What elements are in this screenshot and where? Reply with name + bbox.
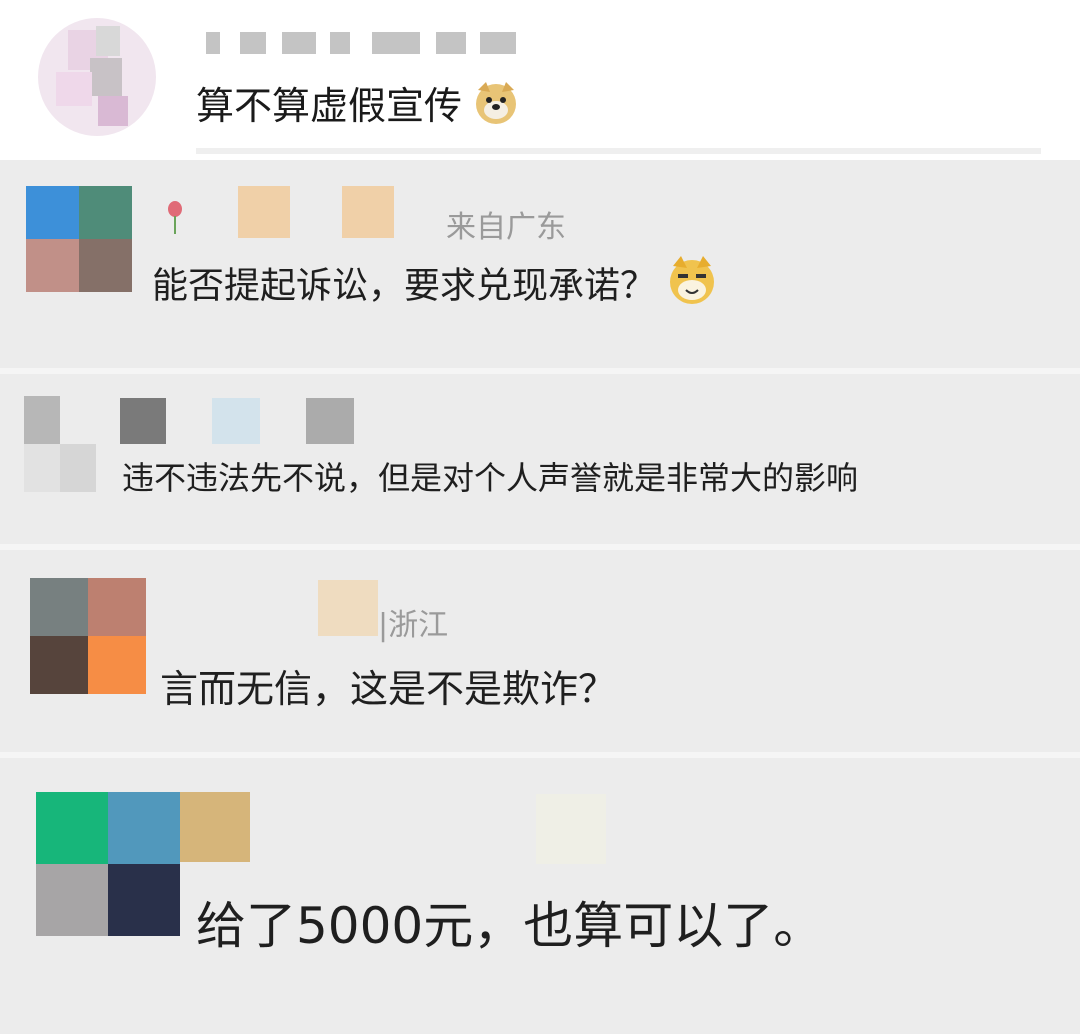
username-redacted [212, 398, 260, 444]
comment-card: 给了5000元，也算可以了。 [0, 758, 1080, 1034]
username-redacted [196, 32, 526, 54]
comment-card: |浙江 言而无信，这是不是欺诈？ [0, 550, 1080, 752]
doge-icon [470, 76, 522, 141]
username-redacted [120, 398, 166, 444]
comment-text: 违不违法先不说，但是对个人声誉就是非常大的影响 [122, 459, 859, 497]
comment-card: 来自广东 能否提起诉讼，要求兑现承诺？ [0, 160, 1080, 368]
top-comment: 算不算虚假宣传 [196, 76, 522, 141]
location-label: 来自广东 [446, 210, 566, 245]
divider [196, 148, 1041, 154]
comment-text: 给了5000元，也算可以了。 [196, 897, 824, 955]
username-redacted [342, 186, 394, 238]
username-redacted [238, 186, 290, 238]
rose-icon [166, 200, 184, 234]
avatar[interactable] [38, 18, 156, 136]
doge-cat-icon [664, 252, 720, 323]
username-redacted [536, 794, 606, 864]
comment-text: 能否提起诉讼，要求兑现承诺？ [152, 265, 657, 307]
avatar[interactable] [36, 792, 180, 936]
comment-card: 违不违法先不说，但是对个人声誉就是非常大的影响 [0, 374, 1080, 544]
avatar[interactable] [24, 396, 96, 492]
username-redacted [318, 580, 378, 636]
username-redacted [306, 398, 354, 444]
comment-text: 言而无信，这是不是欺诈？ [160, 667, 617, 711]
username-redacted [180, 792, 250, 862]
comment-text-row: 能否提起诉讼，要求兑现承诺？ [152, 252, 720, 323]
top-post: 算不算虚假宣传 [0, 0, 1080, 160]
avatar[interactable] [30, 578, 146, 694]
location-label: |浙江 [378, 608, 449, 643]
avatar[interactable] [26, 186, 132, 292]
top-comment-text: 算不算虚假宣传 [196, 84, 463, 128]
